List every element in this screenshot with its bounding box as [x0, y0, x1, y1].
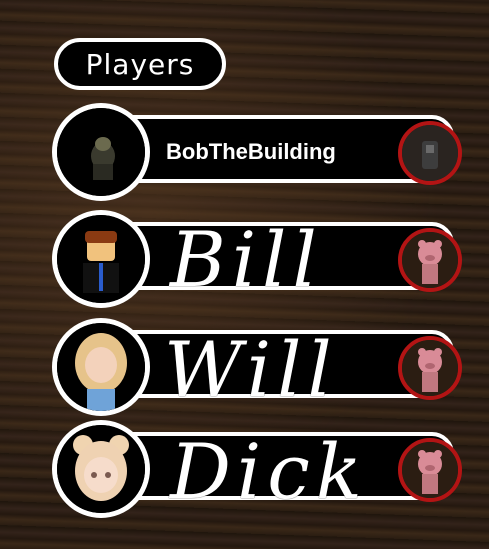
player-row-2[interactable]: Bill [52, 210, 489, 308]
player-avatar[interactable] [52, 103, 150, 201]
role-icon [398, 228, 462, 292]
blonde-avatar [57, 323, 145, 411]
role-icon [398, 438, 462, 502]
red-hair-avatar [57, 215, 145, 303]
player-name-handwritten: Will [164, 325, 338, 414]
player-row-1[interactable]: BobTheBuilding [52, 103, 489, 201]
role-icon [398, 336, 462, 400]
piggy-role-icon [402, 442, 458, 498]
bun-hair-avatar [57, 425, 145, 513]
player-avatar[interactable] [52, 210, 150, 308]
piggy-role-icon [402, 340, 458, 396]
players-title-label: Players [85, 47, 195, 81]
players-title: Players [54, 38, 226, 90]
player-name-handwritten: Bill [170, 215, 323, 304]
role-icon [398, 121, 462, 185]
player-avatar[interactable] [52, 318, 150, 416]
survivor-role-icon [402, 125, 458, 181]
player-avatar[interactable] [52, 420, 150, 518]
player-row-4[interactable]: Dick [52, 420, 489, 518]
dark-character-avatar [57, 108, 145, 196]
player-name: BobTheBuilding [166, 139, 336, 164]
player-row-3[interactable]: Will [52, 318, 489, 416]
player-name-handwritten: Dick [170, 427, 368, 516]
piggy-role-icon [402, 232, 458, 288]
